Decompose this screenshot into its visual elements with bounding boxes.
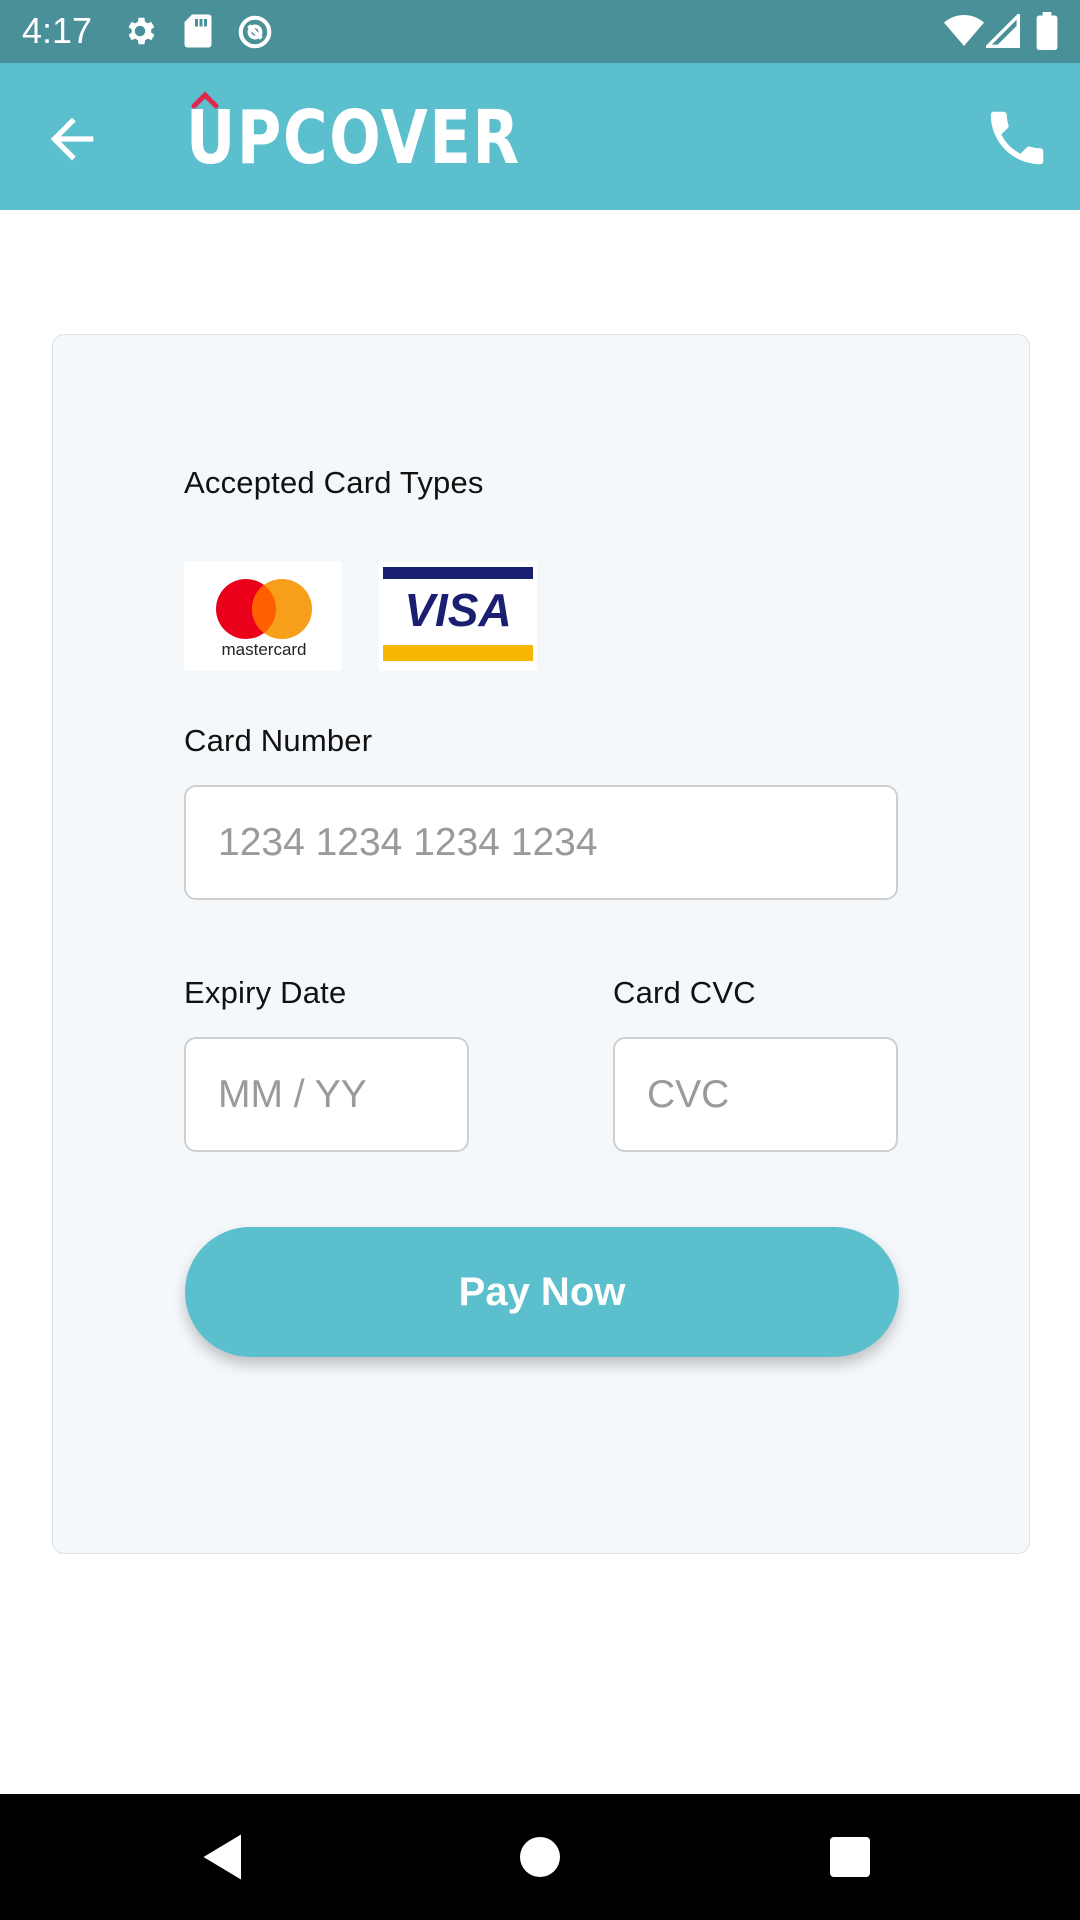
system-nav-bar <box>0 1794 1080 1920</box>
card-cvc-label: Card CVC <box>613 975 756 1010</box>
wifi-icon <box>944 15 984 46</box>
battery-icon <box>1036 12 1058 50</box>
sync-icon <box>238 15 272 49</box>
recents-square-icon[interactable] <box>820 1827 880 1887</box>
card-number-input[interactable] <box>184 785 898 900</box>
visa-logo: VISA <box>379 561 537 671</box>
arrow-left-icon <box>50 117 94 161</box>
back-button[interactable] <box>40 107 104 171</box>
card-cvc-input[interactable] <box>613 1037 898 1152</box>
phone-icon <box>990 111 1044 165</box>
status-time: 4:17 <box>22 10 93 51</box>
signal-icon <box>986 14 1020 48</box>
payment-card-panel: Accepted Card Types mastercard VISA Card… <box>52 334 1030 1554</box>
back-triangle-icon[interactable] <box>196 1827 256 1887</box>
status-bar: 4:17 <box>0 0 1080 63</box>
card-number-label: Card Number <box>184 723 373 758</box>
logo-text: UPCOVER <box>186 95 521 181</box>
visa-text: VISA <box>404 584 511 636</box>
expiry-date-label: Expiry Date <box>184 975 347 1010</box>
accepted-card-types-label: Accepted Card Types <box>184 465 484 500</box>
pay-now-button[interactable]: Pay Now <box>185 1227 899 1357</box>
sd-card-icon <box>184 14 212 48</box>
home-circle-icon[interactable] <box>510 1827 570 1887</box>
mastercard-logo: mastercard <box>184 561 342 671</box>
app-bar: UPCOVER <box>0 63 1080 210</box>
gear-icon <box>128 17 155 45</box>
mastercard-text: mastercard <box>221 640 306 659</box>
expiry-date-input[interactable] <box>184 1037 469 1152</box>
call-button[interactable] <box>982 103 1052 173</box>
logo-caret-icon <box>191 91 219 109</box>
